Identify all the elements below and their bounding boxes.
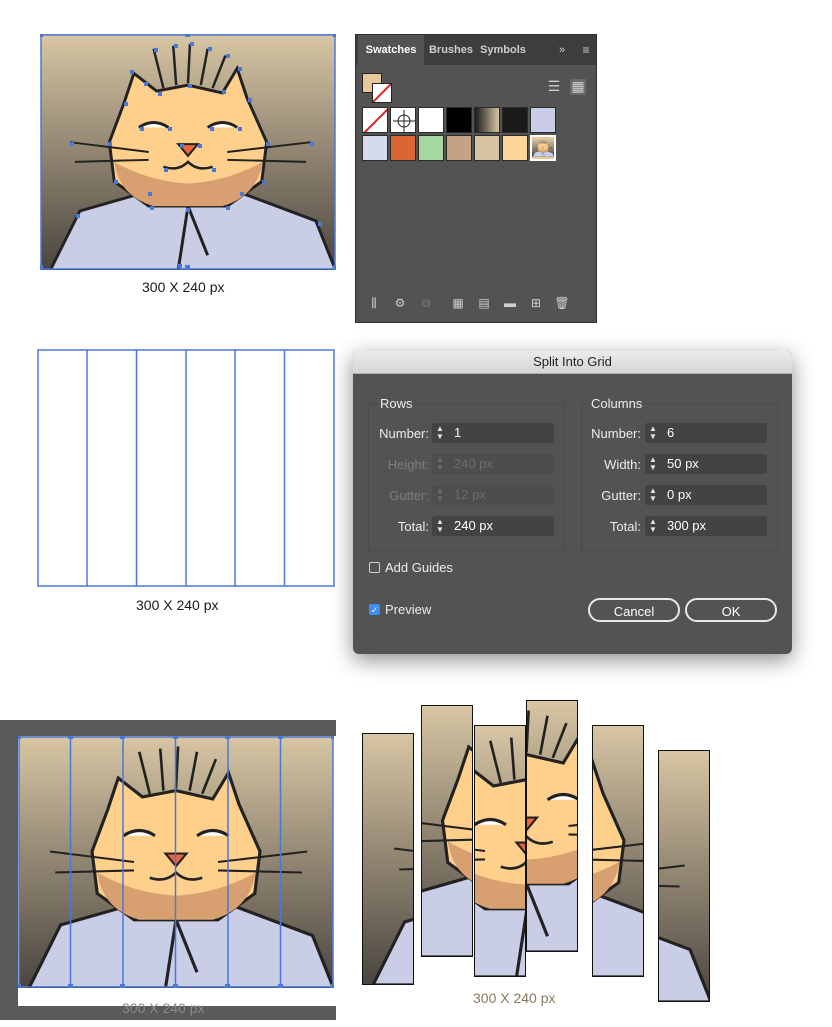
columns-gutter-field[interactable]: ▲ ▼ 0 px [645,485,767,505]
swatch-lavender[interactable] [530,107,556,133]
preview-label[interactable]: Preview [385,602,431,617]
swatches-panel: Swatches Brushes Symbols » ≡ ☰ ▦ ⫼ ⚙ ⧉ ▦… [355,34,597,323]
ok-button[interactable]: OK [685,598,777,622]
swatch-orange[interactable] [390,135,416,161]
size-caption-top: 300 X 240 px [142,279,225,295]
panel-tab-bar: Swatches Brushes Symbols » ≡ [356,35,596,65]
stepper-icon[interactable]: ▲ ▼ [648,425,658,441]
rows-gutter-field[interactable]: ▲ ▼ 12 px [432,485,554,505]
columns-heading: Columns [589,396,645,411]
new-swatch-icon[interactable]: ⊞ [528,296,544,310]
swatch-none[interactable] [362,107,388,133]
columns-width-field[interactable]: ▲ ▼ 50 px [645,454,767,474]
columns-total-label: Total: [609,519,641,534]
fill-stroke-indicator[interactable] [362,73,392,103]
cat-artwork-with-grid[interactable] [18,736,334,988]
columns-gutter-label: Gutter: [601,488,641,503]
rows-gutter-value: 12 px [454,487,486,502]
columns-total-field[interactable]: ▲ ▼ 300 px [645,516,767,536]
swatch-peach[interactable] [502,135,528,161]
rows-total-label: Total: [397,519,429,534]
scattered-strips [362,700,710,1002]
rows-gutter-label: Gutter: [389,488,429,503]
size-caption-bottom-left: 300 X 240 px [122,1000,205,1016]
panel-menu-icon[interactable]: ≡ [578,43,594,57]
rows-total-value: 240 px [454,518,494,533]
rows-number-field[interactable]: ▲ ▼ 1 [432,423,554,443]
rows-heading: Rows [378,396,415,411]
tab-swatches[interactable]: Swatches [358,35,424,65]
grid-preview [37,349,335,587]
stepper-icon[interactable]: ▲ ▼ [435,518,445,534]
columns-total-value: 300 px [667,518,707,533]
stepper-icon[interactable]: ▲ ▼ [435,425,445,441]
swatch-grid [362,107,562,167]
cat-artwork-selected[interactable] [40,34,336,270]
stepper-icon[interactable]: ▲ ▼ [648,487,658,503]
stroke-swatch[interactable] [372,83,392,103]
swatch-registration[interactable] [390,107,416,133]
columns-number-value: 6 [667,425,675,440]
show-kinds-icon[interactable]: ⚙ [392,296,408,310]
columns-number-field[interactable]: ▲ ▼ 6 [645,423,767,443]
swatch-options-edit-icon[interactable]: ▤ [476,296,492,310]
rows-height-field[interactable]: ▲ ▼ 240 px [432,454,554,474]
columns-gutter-value: 0 px [667,487,692,502]
swatch-light-blue[interactable] [362,135,388,161]
stepper-icon[interactable]: ▲ ▼ [648,456,658,472]
columns-width-label: Width: [604,457,641,472]
panel-bottom-toolbar: ⫼ ⚙ ⧉ ▦ ▤ ▬ ⊞ 🗑 [356,293,596,313]
swatch-dark[interactable] [502,107,528,133]
list-view-icon[interactable]: ☰ [546,79,562,93]
swatch-white[interactable] [418,107,444,133]
swatch-gradient[interactable] [474,107,500,133]
add-guides-checkbox[interactable] [369,562,380,573]
tab-symbols[interactable]: Symbols [478,35,528,65]
stepper-icon[interactable]: ▲ ▼ [435,487,445,503]
tab-brushes[interactable]: Brushes [426,35,476,65]
swatch-green[interactable] [418,135,444,161]
dialog-title: Split Into Grid [353,351,792,374]
swatch-pattern-cat[interactable] [530,135,556,161]
stepper-icon[interactable]: ▲ ▼ [648,518,658,534]
rows-height-value: 240 px [454,456,494,471]
columns-width-value: 50 px [667,456,699,471]
chevron-double-right-icon[interactable]: » [554,43,570,57]
stepper-icon[interactable]: ▲ ▼ [435,456,445,472]
swatch-beige[interactable] [474,135,500,161]
rows-number-value: 1 [454,425,462,440]
size-caption-bottom-right: 300 X 240 px [473,990,556,1006]
swatch-options-icon[interactable]: ⧉ [418,296,434,310]
swatch-tan[interactable] [446,135,472,161]
trash-icon[interactable]: 🗑 [554,296,570,310]
new-color-group-icon[interactable]: ▦ [450,296,466,310]
preview-checkbox[interactable]: ✓ [369,604,380,615]
rows-number-label: Number: [379,426,429,441]
split-into-grid-dialog: Split Into Grid Rows Number: ▲ ▼ 1 Height… [353,351,792,654]
rows-total-field[interactable]: ▲ ▼ 240 px [432,516,554,536]
grid-view-icon[interactable]: ▦ [570,79,586,95]
swatch-black[interactable] [446,107,472,133]
swatch-library-icon[interactable]: ⫼ [366,296,382,310]
cancel-button[interactable]: Cancel [588,598,680,622]
add-guides-label[interactable]: Add Guides [385,560,453,575]
size-caption-middle: 300 X 240 px [136,597,219,613]
folder-icon[interactable]: ▬ [502,296,518,310]
rows-height-label: Height: [387,457,429,472]
columns-number-label: Number: [591,426,641,441]
